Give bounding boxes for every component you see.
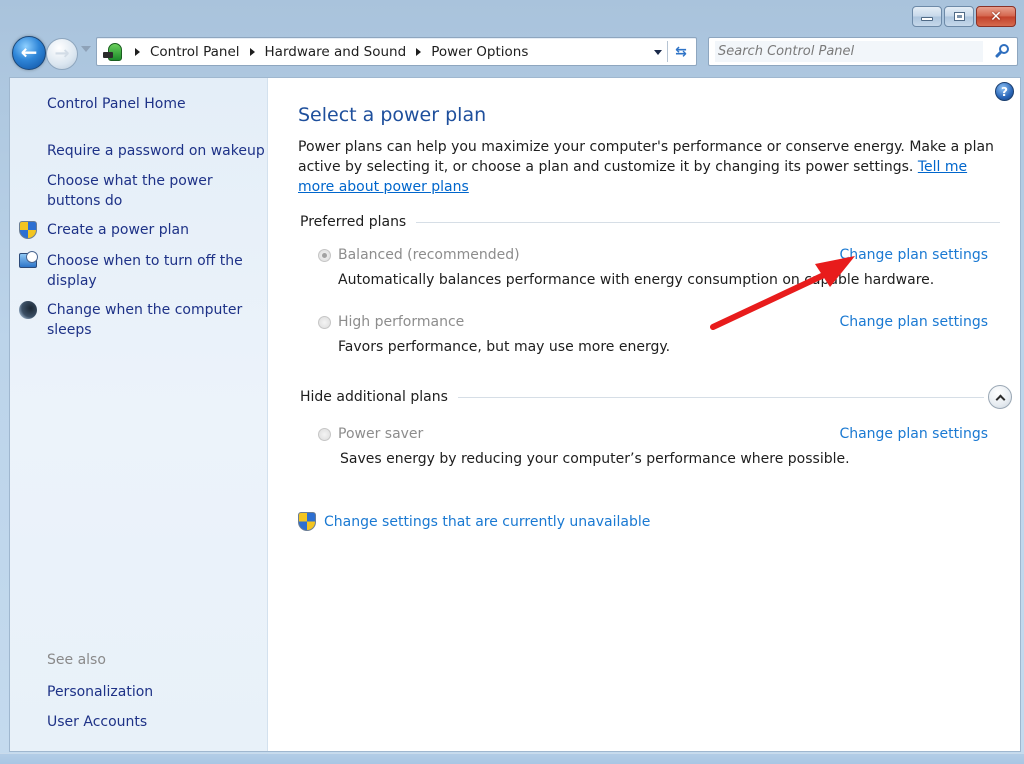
address-separator: [667, 41, 668, 62]
sidebar-item-computer-sleeps[interactable]: Change when the computer sleeps: [47, 300, 242, 340]
minimize-icon: [921, 17, 933, 21]
sidebar-item-turn-off-display[interactable]: Choose when to turn off the display: [47, 251, 243, 291]
change-unavailable-settings-link[interactable]: Change settings that are currently unava…: [298, 512, 650, 531]
unavailable-link-label: Change settings that are currently unava…: [324, 513, 651, 530]
breadcrumb-separator-icon[interactable]: [416, 47, 422, 56]
refresh-button[interactable]: ⇆: [670, 41, 692, 63]
window-bottom-border: [0, 753, 1024, 764]
plan-name[interactable]: High performance: [338, 312, 464, 332]
change-plan-settings-power-saver[interactable]: Change plan settings: [839, 424, 988, 444]
sidebar: Control Panel Home Require a password on…: [10, 78, 268, 751]
sidebar-link-user-accounts[interactable]: User Accounts: [47, 712, 147, 732]
sidebar-link-personalization[interactable]: Personalization: [47, 682, 153, 702]
uac-shield-icon: [298, 512, 316, 531]
change-plan-settings-balanced[interactable]: Change plan settings: [839, 245, 988, 265]
sidebar-item-label: display: [47, 273, 97, 289]
minimize-button[interactable]: [912, 6, 942, 27]
breadcrumb-hardware-and-sound[interactable]: Hardware and Sound: [265, 44, 407, 60]
close-icon: ✕: [990, 8, 1002, 25]
maximize-icon: [953, 12, 965, 21]
sidebar-item-label: Choose when to turn off the: [47, 253, 243, 269]
window-controls: ✕: [912, 6, 1016, 27]
search-icon[interactable]: [993, 43, 1011, 61]
plan-description: Automatically balances performance with …: [338, 272, 935, 288]
plan-name[interactable]: Balanced (recommended): [338, 245, 520, 265]
intro-body: Power plans can help you maximize your c…: [298, 139, 994, 175]
power-options-icon: [103, 41, 125, 63]
main-panel: ? Select a power plan Power plans can he…: [268, 78, 1020, 751]
sidebar-item-require-password[interactable]: Require a password on wakeup: [47, 141, 265, 161]
breadcrumb-power-options[interactable]: Power Options: [431, 44, 528, 60]
sidebar-item-label: Change when the computer: [47, 302, 243, 318]
sidebar-item-label: Require a password on wakeup: [47, 143, 265, 159]
navigation-bar: ← → Control Panel Hardware and Sound Pow…: [0, 34, 1024, 72]
plan-description: Favors performance, but may use more ene…: [338, 339, 671, 355]
search-box: [708, 37, 1018, 66]
plan-radio-power-saver[interactable]: [318, 428, 331, 441]
intro-text: Power plans can help you maximize your c…: [298, 137, 998, 197]
plan-radio-balanced[interactable]: [318, 249, 331, 262]
sleep-moon-icon: [19, 301, 37, 319]
content-frame: Control Panel Home Require a password on…: [9, 77, 1021, 752]
back-arrow-icon: ←: [20, 40, 38, 64]
address-bar[interactable]: Control Panel Hardware and Sound Power O…: [96, 37, 697, 66]
change-plan-settings-high-performance[interactable]: Change plan settings: [839, 312, 988, 332]
forward-button[interactable]: →: [46, 38, 78, 70]
section-label: Preferred plans: [300, 214, 407, 230]
sidebar-item-create-power-plan[interactable]: Create a power plan: [47, 220, 189, 240]
section-divider: [416, 221, 1000, 223]
breadcrumb-control-panel[interactable]: Control Panel: [150, 44, 240, 60]
help-icon[interactable]: ?: [995, 82, 1014, 101]
section-divider: [457, 396, 984, 398]
display-clock-icon: [19, 251, 38, 268]
sidebar-item-label: sleeps: [47, 322, 92, 338]
plan-radio-high-performance[interactable]: [318, 316, 331, 329]
recent-pages-dropdown[interactable]: [81, 46, 91, 52]
close-button[interactable]: ✕: [976, 6, 1016, 27]
refresh-icon: ⇆: [675, 44, 687, 60]
maximize-button[interactable]: [944, 6, 974, 27]
additional-plans-heading: Hide additional plans: [300, 385, 1012, 409]
forward-arrow-icon: →: [54, 43, 70, 64]
sidebar-item-label: Choose what the power: [47, 173, 213, 189]
preferred-plans-heading: Preferred plans: [300, 214, 1000, 230]
address-history-dropdown-icon[interactable]: [654, 50, 662, 55]
uac-shield-icon: [19, 221, 37, 239]
plan-name[interactable]: Power saver: [338, 424, 423, 444]
collapse-button[interactable]: [988, 385, 1012, 409]
page-title: Select a power plan: [298, 104, 487, 126]
sidebar-item-label: buttons do: [47, 193, 123, 209]
breadcrumb-separator-icon[interactable]: [135, 47, 140, 56]
sidebar-item-label: Create a power plan: [47, 222, 189, 238]
sidebar-item-power-buttons[interactable]: Choose what the power buttons do: [47, 171, 213, 211]
search-input[interactable]: [715, 41, 983, 62]
sidebar-control-panel-home[interactable]: Control Panel Home: [47, 94, 186, 114]
see-also-heading: See also: [47, 652, 106, 668]
back-button[interactable]: ←: [12, 36, 46, 70]
section-label[interactable]: Hide additional plans: [300, 389, 448, 405]
chevron-up-icon: [995, 394, 1005, 404]
plan-description: Saves energy by reducing your computer’s…: [340, 451, 850, 467]
breadcrumb-separator-icon[interactable]: [249, 47, 255, 56]
